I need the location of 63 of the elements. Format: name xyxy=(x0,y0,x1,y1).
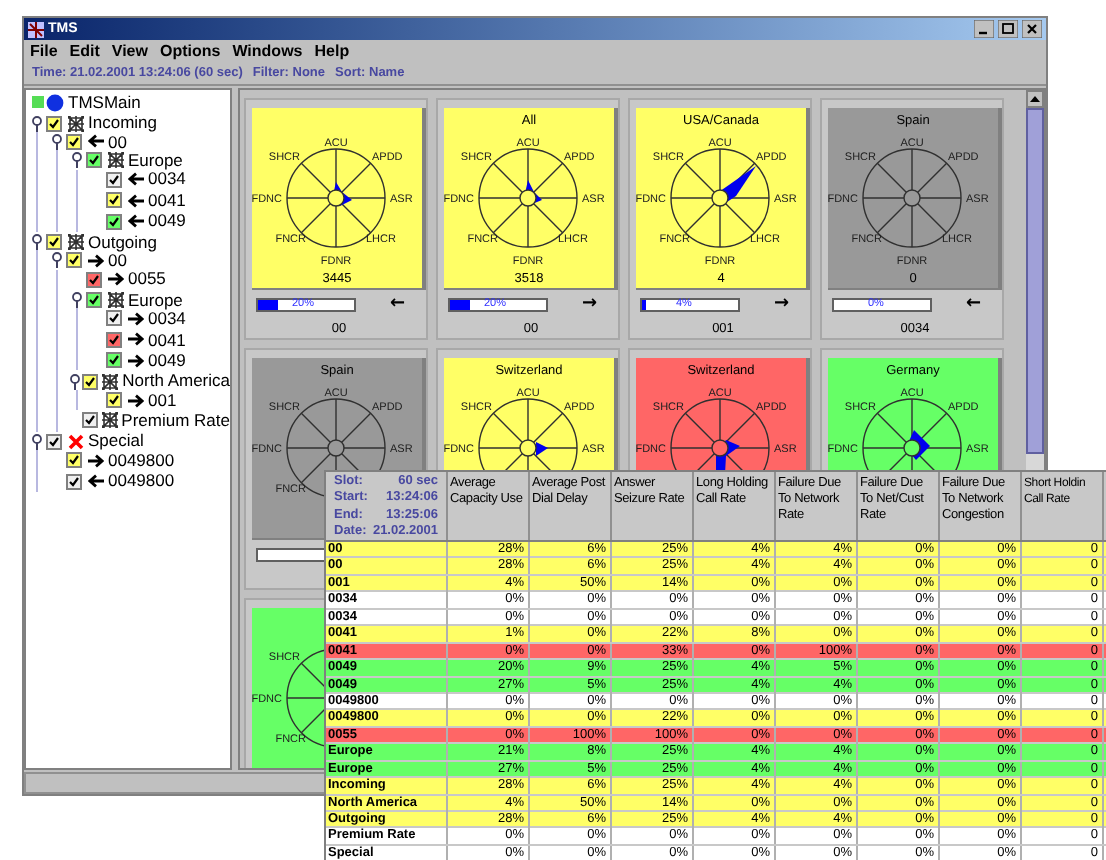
hub-icon xyxy=(327,440,345,458)
hub-icon xyxy=(519,440,537,458)
hub-icon xyxy=(903,440,921,458)
tree-item-label[interactable]: 0041 xyxy=(148,187,186,214)
status-square-icon xyxy=(31,96,43,109)
direction-arrow: → xyxy=(774,296,790,314)
checkbox[interactable] xyxy=(46,115,62,132)
menu-item[interactable]: Windows xyxy=(232,41,303,61)
checkbox[interactable] xyxy=(86,271,102,288)
expand-handle-icon[interactable] xyxy=(32,115,42,132)
hub-icon xyxy=(327,190,345,208)
expand-handle-icon[interactable] xyxy=(52,252,62,269)
checkbox[interactable] xyxy=(106,213,122,230)
checkbox[interactable] xyxy=(81,373,98,390)
app-icon xyxy=(28,21,44,37)
tree-item-label[interactable]: 0049 xyxy=(148,347,186,374)
direction-arrow: ← xyxy=(390,296,406,314)
direction-arrow: → xyxy=(582,296,598,314)
maximize-icon[interactable] xyxy=(998,20,1018,38)
checkbox[interactable] xyxy=(106,392,122,409)
expand-handle-icon[interactable] xyxy=(69,373,80,390)
expand-handle-icon[interactable] xyxy=(32,433,42,450)
checkbox[interactable] xyxy=(81,412,97,429)
expand-handle-icon[interactable] xyxy=(72,292,82,309)
menu-item[interactable]: Help xyxy=(314,41,350,61)
menu-item[interactable]: View xyxy=(111,41,148,61)
expand-handle-icon[interactable] xyxy=(32,233,42,250)
checkbox[interactable] xyxy=(66,133,82,150)
tree-item-label[interactable]: 0049 xyxy=(148,208,186,234)
hub-icon xyxy=(711,190,729,208)
expand-handle-icon[interactable] xyxy=(72,152,82,169)
checkbox[interactable] xyxy=(66,252,82,269)
globe-icon xyxy=(46,93,64,112)
hub-icon xyxy=(903,190,921,208)
close-icon[interactable] xyxy=(1022,20,1042,38)
checkbox[interactable] xyxy=(46,433,62,450)
checkbox[interactable] xyxy=(106,171,122,188)
tree-item-label[interactable]: TMSMain xyxy=(68,90,141,116)
scroll-thumb[interactable] xyxy=(1026,108,1044,454)
hub-icon xyxy=(519,190,537,208)
checkbox[interactable] xyxy=(86,292,102,309)
hub-icon xyxy=(711,440,729,458)
up-arrow-icon[interactable] xyxy=(1030,96,1040,102)
menu-item[interactable]: Edit xyxy=(69,41,100,61)
checkbox[interactable] xyxy=(46,233,62,250)
tree-item-label[interactable]: 0055 xyxy=(128,266,166,293)
checkbox[interactable] xyxy=(106,352,122,369)
checkbox[interactable] xyxy=(106,192,122,209)
tree-item-label[interactable]: 0049800 xyxy=(108,468,175,494)
checkbox[interactable] xyxy=(86,152,102,169)
checkbox[interactable] xyxy=(66,452,82,469)
checkbox[interactable] xyxy=(106,331,122,348)
minimize-icon[interactable] xyxy=(974,20,994,38)
tree-item-label[interactable]: 0041 xyxy=(148,327,186,353)
expand-handle-icon[interactable] xyxy=(52,133,62,150)
menu-item[interactable]: Options xyxy=(159,41,221,61)
checkbox[interactable] xyxy=(106,310,122,327)
tree-item-label[interactable]: Premium Rate xyxy=(121,408,230,434)
tree-item-label[interactable]: Outgoing xyxy=(88,229,157,255)
checkbox[interactable] xyxy=(66,473,82,490)
menu-item[interactable]: File xyxy=(30,41,58,61)
direction-arrow: ← xyxy=(966,296,982,314)
radar-shape xyxy=(536,442,548,457)
